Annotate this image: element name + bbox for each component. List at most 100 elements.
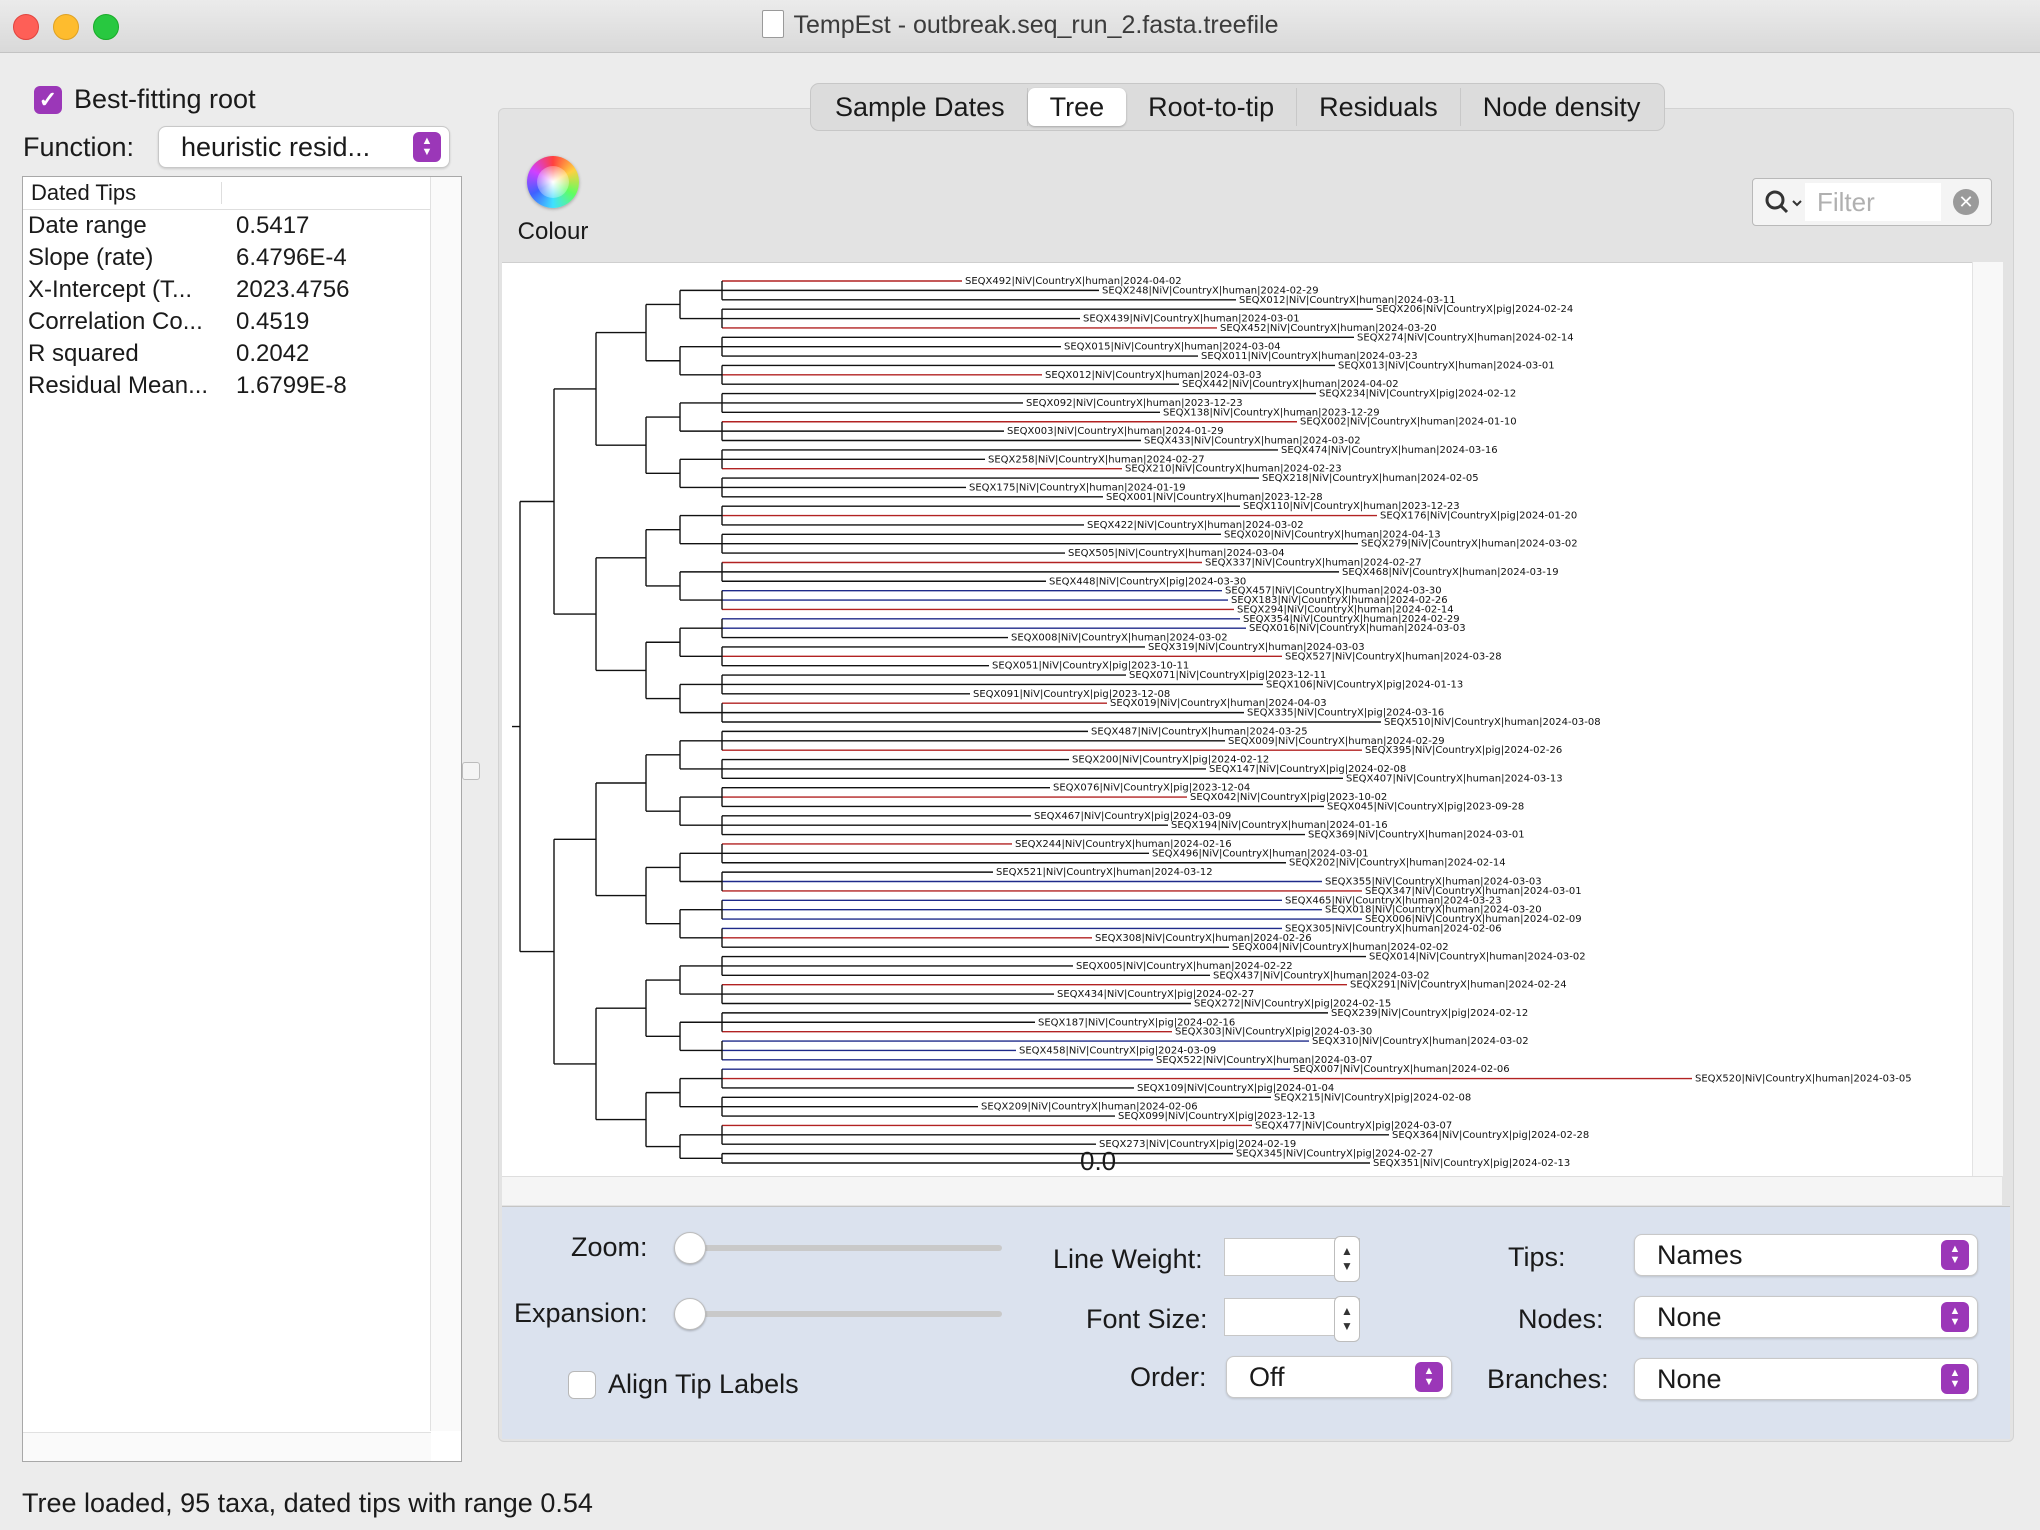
tip-label[interactable]: SEQX218|NiV|CountryX|human|2024-02-05: [1262, 473, 1479, 484]
line-weight-stepper[interactable]: ▲ ▼: [1334, 1236, 1360, 1282]
filter-search-field[interactable]: Filter ✕: [1752, 178, 1992, 226]
tip-label[interactable]: SEQX521|NiV|CountryX|human|2024-03-12: [996, 867, 1213, 878]
tip-label[interactable]: SEQX002|NiV|CountryX|human|2024-01-10: [1300, 417, 1517, 428]
tip-label[interactable]: SEQX369|NiV|CountryX|human|2024-03-01: [1308, 830, 1525, 841]
table-header: Dated Tips: [23, 177, 461, 210]
tip-label[interactable]: SEQX234|NiV|CountryX|pig|2024-02-12: [1319, 389, 1516, 400]
tip-label[interactable]: SEQX395|NiV|CountryX|pig|2024-02-26: [1365, 745, 1562, 756]
branches-label: Branches:: [1487, 1364, 1609, 1394]
nodes-select[interactable]: None ▲ ▼: [1634, 1296, 1978, 1338]
table-horizontal-scrollbar[interactable]: [23, 1432, 431, 1461]
stat-value: 2023.4756: [236, 276, 350, 303]
tab-tree[interactable]: Tree: [1027, 88, 1127, 126]
tip-label[interactable]: SEQX013|NiV|CountryX|human|2024-03-01: [1338, 360, 1555, 371]
nodes-label: Nodes:: [1518, 1304, 1604, 1334]
zoom-label: Zoom:: [571, 1232, 648, 1262]
tip-label[interactable]: SEQX007|NiV|CountryX|human|2024-02-06: [1293, 1064, 1510, 1075]
align-tip-labels-label: Align Tip Labels: [608, 1369, 799, 1399]
colour-button[interactable]: Colour: [515, 156, 591, 246]
select-arrows-icon: ▲ ▼: [1415, 1362, 1443, 1392]
expansion-slider-knob[interactable]: [674, 1298, 706, 1330]
tree-vertical-scrollbar[interactable]: [1972, 262, 2003, 1176]
stat-key: R squared: [28, 340, 139, 367]
table-row[interactable]: X-Intercept (T... 2023.4756: [23, 274, 461, 306]
phylogenetic-tree: SEQX492|NiV|CountryX|human|2024-04-02SEQ…: [512, 276, 1912, 1169]
tip-label[interactable]: SEQX176|NiV|CountryX|pig|2024-01-20: [1380, 511, 1577, 522]
best-fitting-root-label: Best-fitting root: [74, 84, 256, 114]
checkmark-icon: ✓: [34, 85, 62, 114]
tip-label[interactable]: SEQX016|NiV|CountryX|human|2024-03-03: [1249, 623, 1466, 634]
table-row[interactable]: Slope (rate) 6.4796E-4: [23, 242, 461, 274]
tip-label[interactable]: SEQX106|NiV|CountryX|pig|2024-01-13: [1266, 679, 1463, 690]
tip-label[interactable]: SEQX215|NiV|CountryX|pig|2024-02-08: [1274, 1092, 1471, 1103]
zoom-slider[interactable]: [674, 1232, 1002, 1264]
tab-node-density[interactable]: Node density: [1461, 88, 1663, 126]
zoom-slider-knob[interactable]: [674, 1232, 706, 1264]
window-title-container: TempEst - outbreak.seq_run_2.fasta.treef…: [0, 10, 2040, 40]
font-size-stepper[interactable]: ▲ ▼: [1334, 1296, 1360, 1342]
font-size-label: Font Size:: [1086, 1304, 1208, 1334]
stat-key: X-Intercept (T...: [28, 276, 193, 303]
table-header-dated-tips[interactable]: Dated Tips: [23, 180, 221, 206]
clear-filter-icon[interactable]: ✕: [1953, 189, 1979, 215]
tip-label[interactable]: SEQX045|NiV|CountryX|pig|2023-09-28: [1327, 801, 1524, 812]
tip-label[interactable]: SEQX448|NiV|CountryX|pig|2024-03-30: [1049, 576, 1246, 587]
align-tip-labels-checkbox[interactable]: [568, 1371, 596, 1399]
tip-label[interactable]: SEQX279|NiV|CountryX|human|2024-03-02: [1361, 539, 1578, 550]
tree-horizontal-scrollbar[interactable]: [502, 1176, 2002, 1205]
tip-label[interactable]: SEQX474|NiV|CountryX|human|2024-03-16: [1281, 445, 1498, 456]
filter-input[interactable]: Filter: [1805, 183, 1941, 221]
table-vertical-scrollbar[interactable]: [430, 177, 461, 1431]
stat-key: Residual Mean...: [28, 372, 209, 399]
line-weight-label: Line Weight:: [1053, 1244, 1203, 1274]
tip-label[interactable]: SEQX202|NiV|CountryX|human|2024-02-14: [1289, 858, 1506, 869]
tree-canvas[interactable]: SEQX492|NiV|CountryX|human|2024-04-02 SEQ…: [502, 262, 1972, 1177]
tip-label[interactable]: SEQX527|NiV|CountryX|human|2024-03-28: [1285, 651, 1502, 662]
tip-label[interactable]: SEQX014|NiV|CountryX|human|2024-03-02: [1369, 952, 1586, 963]
stats-rows: Date range 0.5417 Slope (rate) 6.4796E-4 X-I…: [23, 210, 461, 402]
split-pane-divider[interactable]: [462, 762, 480, 780]
stat-key: Correlation Co...: [28, 308, 203, 335]
view-tabs: Sample Dates Tree Root-to-tip Residuals Node…: [810, 83, 1666, 131]
tip-label[interactable]: SEQX239|NiV|CountryX|pig|2024-02-12: [1331, 1008, 1528, 1019]
tip-label[interactable]: SEQX310|NiV|CountryX|human|2024-03-02: [1312, 1036, 1529, 1047]
window-title: TempEst - outbreak.seq_run_2.fasta.treef…: [793, 11, 1279, 39]
stat-key: Slope (rate): [28, 244, 154, 271]
branches-select[interactable]: None ▲ ▼: [1634, 1358, 1978, 1400]
tip-label[interactable]: SEQX520|NiV|CountryX|human|2024-03-05: [1695, 1074, 1912, 1085]
tip-label[interactable]: SEQX206|NiV|CountryX|pig|2024-02-24: [1376, 304, 1573, 315]
tab-residuals[interactable]: Residuals: [1297, 88, 1461, 126]
tip-label[interactable]: SEQX305|NiV|CountryX|human|2024-02-06: [1285, 923, 1502, 934]
tips-select[interactable]: Names ▲ ▼: [1634, 1234, 1978, 1276]
function-select[interactable]: heuristic resid... ▲ ▼: [158, 126, 450, 168]
table-row[interactable]: R squared 0.2042: [23, 338, 461, 370]
expansion-slider[interactable]: [674, 1298, 1002, 1330]
order-select[interactable]: Off ▲ ▼: [1226, 1356, 1452, 1398]
best-fitting-root-checkbox[interactable]: ✓ Best-fitting root: [34, 84, 256, 115]
nodes-select-value: None: [1657, 1301, 1722, 1332]
table-row[interactable]: Correlation Co... 0.4519: [23, 306, 461, 338]
tab-root-to-tip[interactable]: Root-to-tip: [1126, 88, 1298, 126]
tips-select-value: Names: [1657, 1239, 1743, 1270]
tips-label: Tips:: [1508, 1242, 1566, 1272]
title-bar: TempEst - outbreak.seq_run_2.fasta.treef…: [0, 0, 2040, 53]
table-header-value[interactable]: [221, 182, 430, 204]
tip-label[interactable]: SEQX364|NiV|CountryX|pig|2024-02-28: [1392, 1130, 1589, 1141]
tip-label[interactable]: SEQX274|NiV|CountryX|human|2024-02-14: [1357, 332, 1574, 343]
stat-value: 1.6799E-8: [236, 372, 347, 399]
order-label: Order:: [1130, 1362, 1207, 1392]
status-bar: Tree loaded, 95 taxa, dated tips with ra…: [22, 1488, 593, 1518]
tip-label[interactable]: SEQX351|NiV|CountryX|pig|2024-02-13: [1373, 1158, 1570, 1169]
stat-value: 0.5417: [236, 212, 310, 239]
function-label: Function:: [23, 132, 135, 162]
tip-label[interactable]: SEQX291|NiV|CountryX|human|2024-02-24: [1350, 980, 1567, 991]
table-row[interactable]: Date range 0.5417: [23, 210, 461, 242]
tab-sample-dates[interactable]: Sample Dates: [813, 88, 1028, 126]
branches-select-value: None: [1657, 1363, 1722, 1394]
tip-label[interactable]: SEQX407|NiV|CountryX|human|2024-03-13: [1346, 773, 1563, 784]
tip-label[interactable]: SEQX510|NiV|CountryX|human|2024-03-08: [1384, 717, 1601, 728]
select-arrows-icon: ▲ ▼: [1941, 1302, 1969, 1332]
tip-label[interactable]: SEQX468|NiV|CountryX|human|2024-03-19: [1342, 567, 1559, 578]
stat-key: Date range: [28, 212, 147, 239]
table-row[interactable]: Residual Mean... 1.6799E-8: [23, 370, 461, 402]
